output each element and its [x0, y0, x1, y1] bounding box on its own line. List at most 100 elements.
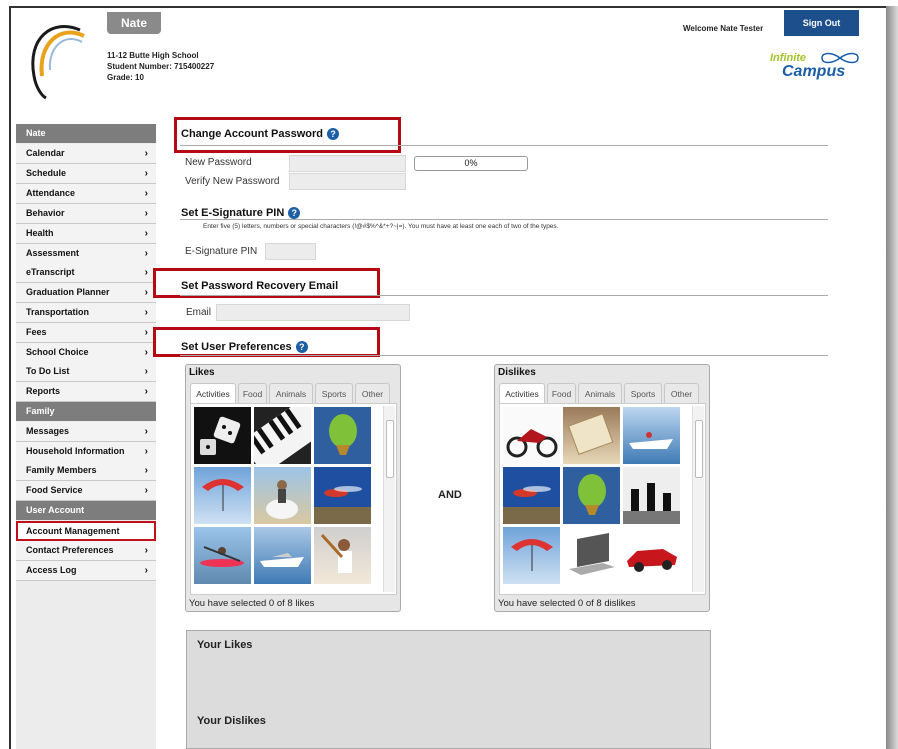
horse-rider-image[interactable] — [254, 467, 311, 524]
sidebar-item-label: To Do List — [26, 366, 70, 376]
red-car-image[interactable] — [623, 527, 680, 584]
baseball-batter-image[interactable] — [314, 527, 371, 584]
user-name-tab: Nate Tester — [107, 12, 161, 52]
sidebar-item-account-management[interactable]: Account Management — [16, 521, 156, 541]
sidebar-item-access-log[interactable]: Access Log › — [16, 561, 156, 581]
tab-other[interactable]: Other — [355, 383, 390, 403]
chevron-right-icon: › — [144, 347, 148, 358]
divider — [180, 219, 828, 220]
preferences-summary: Your Likes Your Dislikes — [186, 630, 711, 749]
sidebar-item-assessment[interactable]: Assessment › — [16, 244, 156, 264]
sidebar-item-calendar[interactable]: Calendar › — [16, 144, 156, 164]
sidebar-item-contact-preferences[interactable]: Contact Preferences › — [16, 541, 156, 561]
sidebar-item-label: Fees — [26, 327, 47, 337]
tab-food[interactable]: Food — [238, 383, 267, 403]
new-password-label: New Password — [185, 157, 252, 168]
likes-scrollbar[interactable] — [383, 406, 395, 592]
sidebar-item-etranscript[interactable]: eTranscript › — [16, 263, 156, 283]
student-info: 11-12 Butte High School Student Number: … — [107, 50, 214, 83]
sidebar-item-reports[interactable]: Reports › — [16, 382, 156, 402]
sidebar-item-label: School Choice — [26, 347, 89, 357]
hot-air-balloon-image[interactable] — [563, 467, 620, 524]
verify-password-field[interactable] — [289, 173, 406, 190]
sidebar-item-graduation-planner[interactable]: Graduation Planner › — [16, 283, 156, 303]
sidebar-item-label: Account Management — [26, 526, 120, 536]
sidebar-item-food-service[interactable]: Food Service › — [16, 481, 156, 501]
tab-activities[interactable]: Activities — [499, 383, 545, 403]
sidebar-item-label: Transportation — [26, 307, 90, 317]
email-field[interactable] — [216, 304, 410, 321]
sidebar-item-health[interactable]: Health › — [16, 224, 156, 244]
scrollbar-thumb[interactable] — [695, 420, 703, 478]
logo-campus-text: Campus — [782, 63, 846, 80]
help-icon[interactable]: ? — [327, 128, 340, 141]
motorcycle-image[interactable] — [503, 407, 560, 464]
boat-image[interactable] — [623, 407, 680, 464]
email-label: Email — [186, 307, 212, 318]
sidebar-item-behavior[interactable]: Behavior › — [16, 204, 156, 224]
sign-out-button[interactable]: Sign Out — [784, 10, 859, 36]
section-title-text: Change Account Password — [181, 128, 324, 140]
help-icon[interactable]: ? — [288, 207, 301, 220]
chevron-right-icon: › — [144, 228, 148, 239]
sidebar-item-label: Health — [26, 228, 54, 238]
pin-label: E-Signature PIN — [185, 246, 258, 257]
tab-sports[interactable]: Sports — [315, 383, 353, 403]
parasail-image[interactable] — [194, 467, 251, 524]
section-title-text: Set User Preferences — [181, 341, 292, 353]
likes-panel: Likes Activities Food Animals Sports Oth… — [185, 364, 401, 612]
tab-sports[interactable]: Sports — [624, 383, 662, 403]
board-game-image[interactable] — [563, 407, 620, 464]
tab-other[interactable]: Other — [664, 383, 699, 403]
password-strength-meter: 0% — [414, 156, 528, 171]
chevron-right-icon: › — [144, 446, 148, 457]
kayak-image[interactable] — [194, 527, 251, 584]
chevron-right-icon: › — [144, 208, 148, 219]
sidebar-item-transportation[interactable]: Transportation › — [16, 303, 156, 323]
pin-field[interactable] — [265, 243, 316, 260]
dislikes-title: Dislikes — [498, 367, 536, 378]
section-title-user-preferences: Set User Preferences? — [181, 341, 308, 354]
piano-keys-image[interactable] — [254, 407, 311, 464]
dice-image[interactable] — [194, 407, 251, 464]
sidebar-item-schedule[interactable]: Schedule › — [16, 164, 156, 184]
your-likes-label: Your Likes — [197, 639, 253, 651]
divider — [180, 295, 828, 296]
sidebar-item-messages[interactable]: Messages › — [16, 422, 156, 442]
dislikes-panel: Dislikes Activities Food Animals Sports … — [494, 364, 710, 612]
new-password-field[interactable] — [289, 155, 406, 172]
sidebar-item-household-information[interactable]: Household Information › — [16, 442, 156, 462]
sidebar-item-school-choice[interactable]: School Choice › — [16, 343, 156, 363]
chess-pieces-image[interactable] — [623, 467, 680, 524]
infinite-campus-logo: Infinite Campus — [766, 48, 862, 82]
chevron-right-icon: › — [144, 248, 148, 259]
chevron-right-icon: › — [144, 426, 148, 437]
laptop-image[interactable] — [563, 527, 620, 584]
sidebar-item-label: Behavior — [26, 208, 65, 218]
help-icon[interactable]: ? — [295, 341, 308, 354]
tab-animals[interactable]: Animals — [269, 383, 313, 403]
sidebar-item-fees[interactable]: Fees › — [16, 323, 156, 343]
dislikes-scrollbar[interactable] — [692, 406, 704, 592]
pin-hint-text: Enter five (5) letters, numbers or speci… — [203, 223, 559, 230]
section-title-esignature: Set E-Signature PIN? — [181, 207, 301, 220]
sidebar-item-label: Messages — [26, 426, 70, 436]
chevron-right-icon: › — [144, 148, 148, 159]
scrollbar-thumb[interactable] — [386, 420, 394, 478]
chevron-right-icon: › — [144, 465, 148, 476]
school-name: 11-12 Butte High School — [107, 51, 199, 60]
sidebar-item-family-members[interactable]: Family Members › — [16, 461, 156, 481]
sidebar-item-attendance[interactable]: Attendance › — [16, 184, 156, 204]
chevron-right-icon: › — [144, 386, 148, 397]
dragonfly-image[interactable] — [314, 467, 371, 524]
tab-food[interactable]: Food — [547, 383, 576, 403]
speedboat-image[interactable] — [254, 527, 311, 584]
sidebar-item-to-do-list[interactable]: To Do List › — [16, 362, 156, 382]
tab-animals[interactable]: Animals — [578, 383, 622, 403]
hot-air-balloon-image[interactable] — [314, 407, 371, 464]
campus-arc-logo — [31, 25, 85, 100]
sidebar-item-label: Access Log — [26, 565, 77, 575]
parasail-image[interactable] — [503, 527, 560, 584]
dragonfly-image[interactable] — [503, 467, 560, 524]
tab-activities[interactable]: Activities — [190, 383, 236, 403]
